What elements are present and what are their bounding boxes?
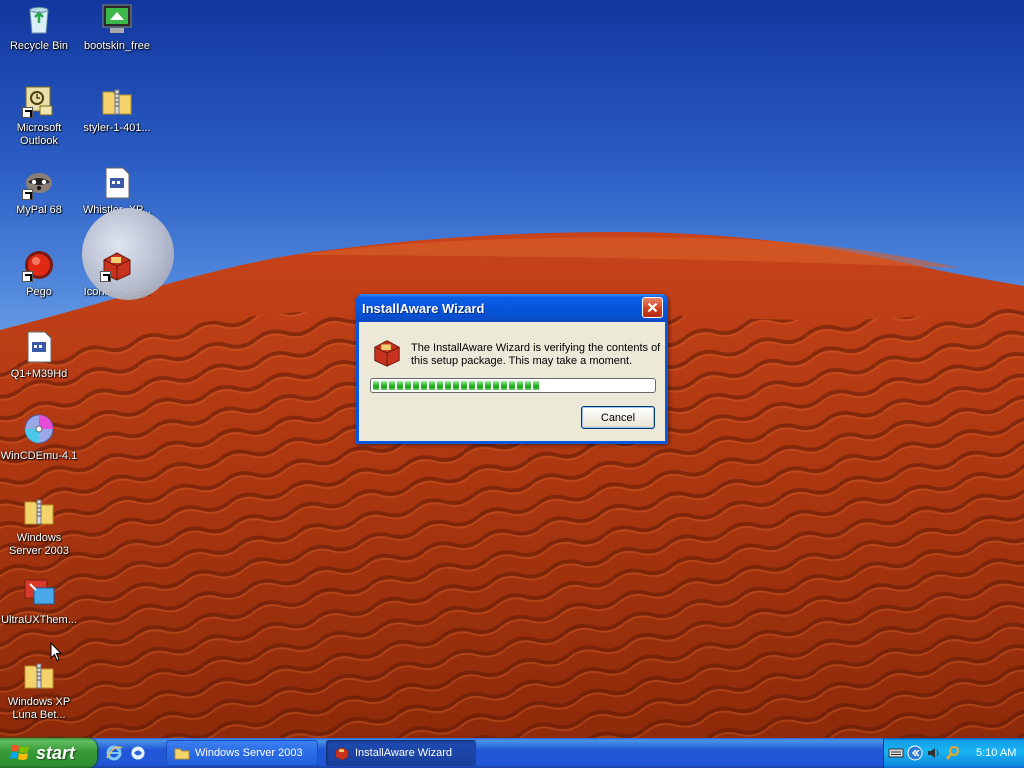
progress-segment — [421, 381, 427, 390]
clock[interactable]: 5:10 AM — [976, 747, 1016, 759]
volume-icon[interactable] — [926, 745, 942, 761]
desktop-icon-label: MyPal 68 — [16, 204, 62, 216]
progress-segment — [493, 381, 499, 390]
cancel-button[interactable]: Cancel — [581, 406, 655, 429]
shortcut-arrow-icon — [22, 107, 33, 118]
progress-segment — [477, 381, 483, 390]
document-icon — [100, 166, 134, 200]
start-label: start — [36, 742, 76, 763]
desktop-icon-label: bootskin_free — [83, 40, 151, 52]
desktop-icon-label: Pego — [26, 286, 52, 298]
progress-segment — [533, 381, 539, 390]
bootskin-icon — [100, 2, 134, 36]
progress-segment — [373, 381, 379, 390]
desktop-icon-windows-xp-luna[interactable]: Windows XP Luna Bet... — [0, 658, 78, 722]
shortcut-arrow-icon — [22, 271, 33, 282]
desktop-icon-recycle-bin[interactable]: Recycle Bin — [0, 2, 78, 53]
internet-explorer-icon[interactable] — [104, 743, 124, 763]
progress-segment — [413, 381, 419, 390]
dialog-message: The InstallAware Wizard is verifying the… — [411, 342, 661, 367]
installaware-wizard-dialog: InstallAware Wizard The InstallAware Wiz… — [356, 294, 668, 444]
desktop-icon-styler[interactable]: styler-1-401... — [78, 84, 156, 135]
search-icon[interactable] — [945, 745, 961, 761]
dialog-title-bar[interactable]: InstallAware Wizard — [356, 294, 668, 322]
desktop: Recycle Bin Microsoft Outlook MyPal 68 P… — [0, 0, 1024, 738]
task-label: InstallAware Wizard — [355, 747, 452, 759]
keyboard-icon[interactable] — [888, 745, 904, 761]
shortcut-arrow-icon — [22, 189, 33, 200]
outlook-express-icon[interactable] — [128, 743, 148, 763]
desktop-icon-ultrauxtheme[interactable]: UltraUXThem... — [0, 576, 78, 627]
system-tray: 5:10 AM — [883, 738, 1024, 768]
desktop-icon-label: Recycle Bin — [9, 40, 69, 52]
taskbar-button-installaware-wizard[interactable]: InstallAware Wizard — [326, 740, 476, 766]
desktop-icon-label: WinCDEmu-4.1 — [0, 450, 78, 462]
progress-segment — [469, 381, 475, 390]
desktop-icon-label: Q1+M39Hd — [10, 368, 68, 380]
progress-segment — [397, 381, 403, 390]
desktop-icon-label: Microsoft Outlook — [16, 122, 62, 147]
progress-segment — [389, 381, 395, 390]
desktop-icon-label: UltraUXThem... — [1, 614, 77, 626]
recycle-bin-icon — [22, 2, 56, 36]
desktop-icon-label: Windows XP Luna Bet... — [7, 696, 71, 721]
zip-folder-icon — [22, 494, 56, 528]
task-label: Windows Server 2003 — [195, 747, 303, 759]
desktop-icon-q1-m39hd[interactable]: Q1+M39Hd — [0, 330, 78, 381]
progress-segment — [381, 381, 387, 390]
progress-segment — [429, 381, 435, 390]
desktop-icon-mypal[interactable]: MyPal 68 — [0, 166, 78, 217]
progress-segment — [501, 381, 507, 390]
dialog-body: The InstallAware Wizard is verifying the… — [359, 322, 665, 441]
windows-logo-icon — [10, 745, 29, 760]
desktop-icon-microsoft-outlook[interactable]: Microsoft Outlook — [0, 84, 78, 148]
progress-segment — [437, 381, 443, 390]
close-button[interactable] — [642, 297, 663, 318]
document-icon — [22, 330, 56, 364]
close-icon — [647, 302, 658, 313]
taskbar-button-windows-server-2003[interactable]: Windows Server 2003 — [166, 740, 318, 766]
raccoon-icon — [22, 166, 56, 200]
pego-icon — [22, 248, 56, 282]
start-button[interactable]: start — [0, 738, 97, 768]
mouse-cursor-icon — [50, 642, 62, 662]
desktop-icon-pego[interactable]: Pego — [0, 248, 78, 299]
progress-segment — [405, 381, 411, 390]
desktop-icon-windows-server-2003[interactable]: Windows Server 2003 — [0, 494, 78, 558]
show-hidden-icons-chevron-icon[interactable] — [907, 745, 923, 761]
folder-icon — [174, 748, 190, 760]
dialog-title: InstallAware Wizard — [362, 300, 485, 316]
theme-patcher-icon — [22, 576, 56, 610]
installaware-box-icon — [100, 248, 134, 282]
quick-launch — [104, 743, 148, 763]
progress-segment — [517, 381, 523, 390]
desktop-icon-label: Windows Server 2003 — [9, 532, 69, 557]
progress-segment — [509, 381, 515, 390]
desktop-icon-bootskin-free[interactable]: bootskin_free — [78, 2, 156, 53]
outlook-icon — [22, 84, 56, 118]
shortcut-arrow-icon — [100, 271, 111, 282]
progress-segment — [461, 381, 467, 390]
desktop-icon-iconpackager[interactable]: IconPackag... — [78, 208, 174, 300]
progress-segment — [525, 381, 531, 390]
zip-folder-icon — [100, 84, 134, 118]
installaware-box-icon — [371, 336, 403, 368]
cd-disc-icon — [22, 412, 56, 446]
desktop-icon-label: styler-1-401... — [83, 122, 151, 134]
installaware-box-icon — [335, 747, 349, 761]
taskbar: start Windows Server 2003 InstallAware W… — [0, 738, 1024, 768]
progress-segment — [453, 381, 459, 390]
progress-segment — [485, 381, 491, 390]
zip-folder-icon — [22, 658, 56, 692]
desktop-icon-wincdemu[interactable]: WinCDEmu-4.1 — [0, 412, 78, 463]
progress-segment — [445, 381, 451, 390]
verification-progress-bar — [370, 378, 656, 393]
